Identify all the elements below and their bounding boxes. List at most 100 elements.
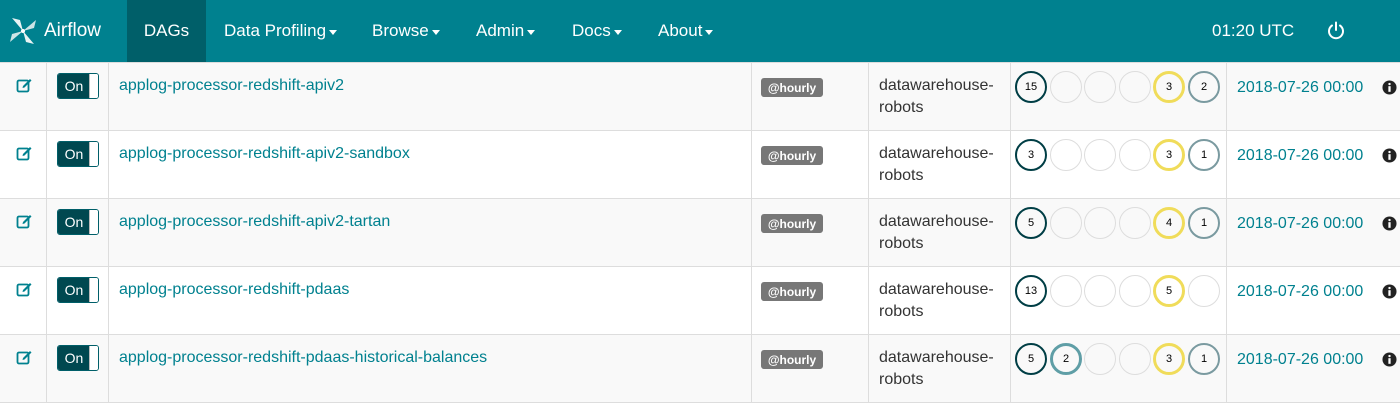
brand-name: Airflow [44,20,102,41]
info-icon[interactable] [1382,352,1397,367]
owner-line: datawarehouse- [879,349,994,366]
edit-cell [0,63,46,131]
last-run-cell: 2018-07-26 00:00 [1226,63,1400,131]
task-state-circle[interactable] [1119,275,1151,307]
dag-link[interactable]: applog-processor-redshift-apiv2 [119,77,344,95]
task-state-circle[interactable]: 4 [1153,207,1185,239]
task-state-circle[interactable]: 5 [1015,343,1047,375]
edit-icon[interactable] [16,349,32,365]
edit-icon[interactable] [16,213,32,229]
task-state-circle[interactable] [1050,71,1082,103]
nav-label: Data Profiling [224,21,327,40]
nav-browse[interactable]: Browse [354,0,458,62]
info-icon[interactable] [1382,148,1397,163]
dag-toggle[interactable]: On [57,73,99,99]
task-state-circle[interactable]: 1 [1188,343,1220,375]
task-state-circle[interactable] [1084,343,1116,375]
owner-cell: datawarehouse- robots [868,199,1010,267]
task-state-circle[interactable] [1119,139,1151,171]
toggle-label: On [58,346,90,370]
task-state-circle[interactable]: 2 [1188,71,1220,103]
dag-link[interactable]: applog-processor-redshift-apiv2-tartan [119,213,390,231]
task-state-circle[interactable]: 2 [1050,343,1082,375]
toggle-label: On [58,278,90,302]
schedule-badge: @hourly [761,78,823,97]
info-icon[interactable] [1382,216,1397,231]
edit-icon[interactable] [16,281,32,297]
task-state-circle[interactable] [1050,207,1082,239]
task-state-circle[interactable]: 1 [1188,139,1220,171]
nav-dags[interactable]: DAGs [127,0,206,62]
task-state-circle[interactable] [1119,343,1151,375]
toggle-cell: On [46,131,108,199]
dag-toggle[interactable]: On [57,209,99,235]
dag-toggle[interactable]: On [57,345,99,371]
dag-link[interactable]: applog-processor-redshift-pdaas [119,281,349,299]
dag-name-cell: applog-processor-redshift-apiv2 [108,63,751,131]
last-run-cell: 2018-07-26 00:00 [1226,199,1400,267]
task-state-circle[interactable]: 3 [1015,139,1047,171]
task-state-circle[interactable]: 3 [1153,139,1185,171]
task-state-circle[interactable] [1050,139,1082,171]
toggle-cell: On [46,199,108,267]
dag-link[interactable]: applog-processor-redshift-pdaas-historic… [119,349,487,367]
task-state-circle[interactable]: 5 [1153,275,1185,307]
toggle-knob [89,142,98,166]
task-state-circle[interactable] [1119,71,1151,103]
task-state-circle[interactable] [1084,139,1116,171]
task-state-circle[interactable]: 3 [1153,71,1185,103]
task-state-circle[interactable] [1084,71,1116,103]
info-icon[interactable] [1382,284,1397,299]
last-run-link[interactable]: 2018-07-26 00:00 [1237,147,1363,165]
dag-name-cell: applog-processor-redshift-pdaas [108,267,751,335]
brand[interactable]: Airflow [0,0,127,62]
nav-admin[interactable]: Admin [458,0,554,62]
task-state-circle[interactable] [1119,207,1151,239]
nav-menu: DAGs Data Profiling Browse Admin Docs About [127,0,740,62]
info-icon[interactable] [1382,80,1397,95]
dag-toggle[interactable]: On [57,141,99,167]
nav-about[interactable]: About [640,0,740,62]
caret-down-icon [527,29,536,35]
nav-docs[interactable]: Docs [554,0,640,62]
edit-icon[interactable] [16,77,32,93]
dag-name-cell: applog-processor-redshift-apiv2-tartan [108,199,751,267]
table-row: On applog-processor-redshift-apiv2-tarta… [0,199,1400,267]
task-state-circle[interactable] [1050,275,1082,307]
dag-link[interactable]: applog-processor-redshift-apiv2-sandbox [119,145,410,163]
task-state-circle[interactable]: 5 [1015,207,1047,239]
owner-line: datawarehouse- [879,213,994,230]
owner-line: datawarehouse- [879,281,994,298]
recent-tasks-cell: 13 5 [1010,267,1226,335]
last-run-link[interactable]: 2018-07-26 00:00 [1237,283,1363,301]
last-run-link[interactable]: 2018-07-26 00:00 [1237,215,1363,233]
table-row: On applog-processor-redshift-pdaas-histo… [0,335,1400,403]
last-run-cell: 2018-07-26 00:00 [1226,335,1400,403]
task-state-circle[interactable]: 3 [1153,343,1185,375]
pinwheel-logo-icon [10,18,36,44]
toggle-knob [89,346,98,370]
task-state-circle[interactable] [1084,207,1116,239]
task-state-circle[interactable]: 1 [1188,207,1220,239]
dag-toggle[interactable]: On [57,277,99,303]
task-state-circle[interactable] [1084,275,1116,307]
owner-cell: datawarehouse- robots [868,267,1010,335]
nav-label: DAGs [143,21,190,40]
schedule-badge: @hourly [761,350,823,369]
owner-text: datawarehouse- robots [879,143,994,187]
nav-data-profiling[interactable]: Data Profiling [206,0,354,62]
last-run-link[interactable]: 2018-07-26 00:00 [1237,351,1363,369]
dag-name-cell: applog-processor-redshift-pdaas-historic… [108,335,751,403]
task-state-circle[interactable] [1188,275,1220,307]
task-state-circle[interactable]: 13 [1015,275,1047,307]
owner-line: robots [879,167,924,184]
task-state-circle[interactable]: 15 [1015,71,1047,103]
caret-down-icon [705,29,714,35]
last-run-link[interactable]: 2018-07-26 00:00 [1237,79,1363,97]
caret-down-icon [431,29,440,35]
edit-icon[interactable] [16,145,32,161]
power-icon[interactable] [1326,21,1346,41]
utc-clock: 01:20 UTC [1212,21,1295,40]
schedule-cell: @hourly [751,63,868,131]
owner-line: robots [879,99,924,116]
